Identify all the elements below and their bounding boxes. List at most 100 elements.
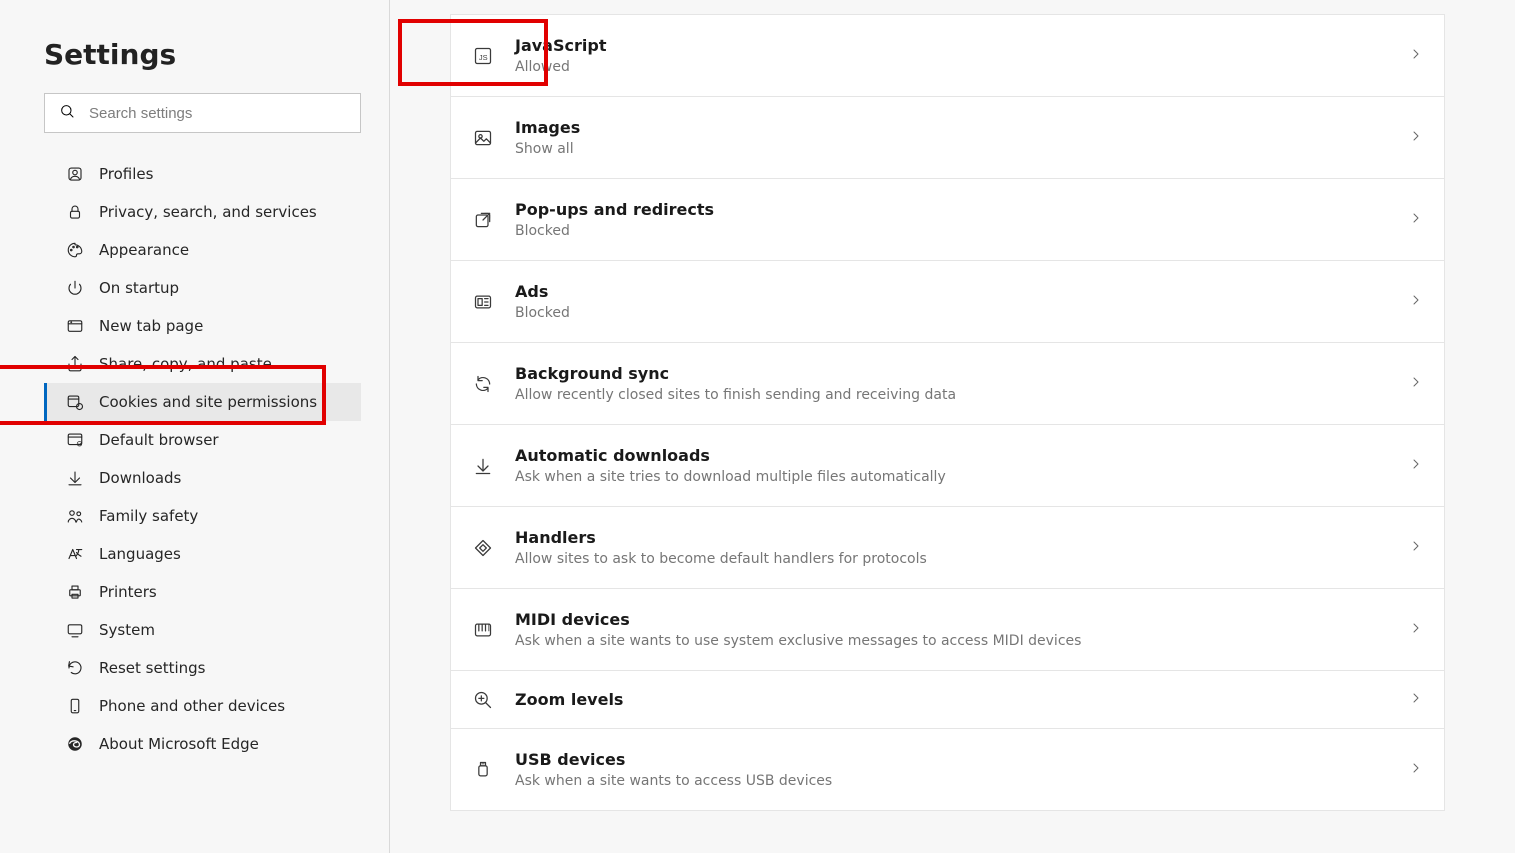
popup-icon (471, 208, 495, 232)
nav-languages[interactable]: Languages (44, 535, 361, 573)
permission-sub: Show all (515, 141, 1408, 157)
permission-popups[interactable]: Pop-ups and redirects Blocked (451, 178, 1444, 260)
permission-background-sync[interactable]: Background sync Allow recently closed si… (451, 342, 1444, 424)
permission-sub: Allow sites to ask to become default han… (515, 551, 1408, 567)
nav-about[interactable]: About Microsoft Edge (44, 725, 361, 763)
permission-zoom[interactable]: Zoom levels (451, 670, 1444, 728)
appearance-icon (65, 240, 85, 260)
family-icon (65, 506, 85, 526)
chevron-right-icon (1408, 210, 1424, 230)
nav-label: Profiles (99, 165, 351, 183)
nav-label: On startup (99, 279, 351, 297)
permission-sub: Ask when a site tries to download multip… (515, 469, 1408, 485)
browser-icon (65, 430, 85, 450)
permission-title: Images (515, 118, 1408, 137)
permission-sub: Ask when a site wants to use system excl… (515, 633, 1408, 649)
permissions-list: JS JavaScript Allowed Images Show all Po… (450, 14, 1445, 811)
nav-label: Share, copy, and paste (99, 355, 351, 373)
chevron-right-icon (1408, 456, 1424, 476)
search-settings-box[interactable] (44, 93, 361, 133)
ads-icon (471, 290, 495, 314)
permission-title: Handlers (515, 528, 1408, 547)
permission-text: Background sync Allow recently closed si… (515, 364, 1408, 403)
permission-text: Handlers Allow sites to ask to become de… (515, 528, 1408, 567)
language-icon (65, 544, 85, 564)
permission-sub: Blocked (515, 305, 1408, 321)
nav-label: System (99, 621, 351, 639)
zoom-icon (471, 688, 495, 712)
permission-ads[interactable]: Ads Blocked (451, 260, 1444, 342)
chevron-right-icon (1408, 620, 1424, 640)
nav-label: Cookies and site permissions (99, 393, 351, 411)
permission-text: Ads Blocked (515, 282, 1408, 321)
nav-family[interactable]: Family safety (44, 497, 361, 535)
permission-title: Pop-ups and redirects (515, 200, 1408, 219)
nav-label: About Microsoft Edge (99, 735, 351, 753)
nav-startup[interactable]: On startup (44, 269, 361, 307)
nav-label: Printers (99, 583, 351, 601)
permission-text: USB devices Ask when a site wants to acc… (515, 750, 1408, 789)
nav-appearance[interactable]: Appearance (44, 231, 361, 269)
permission-text: MIDI devices Ask when a site wants to us… (515, 610, 1408, 649)
nav-cookies-permissions[interactable]: Cookies and site permissions (44, 383, 361, 421)
power-icon (65, 278, 85, 298)
nav-label: Downloads (99, 469, 351, 487)
chevron-right-icon (1408, 128, 1424, 148)
permission-text: Images Show all (515, 118, 1408, 157)
midi-icon (471, 618, 495, 642)
system-icon (65, 620, 85, 640)
svg-text:JS: JS (479, 53, 488, 62)
printer-icon (65, 582, 85, 602)
chevron-right-icon (1408, 374, 1424, 394)
nav-downloads[interactable]: Downloads (44, 459, 361, 497)
permission-midi[interactable]: MIDI devices Ask when a site wants to us… (451, 588, 1444, 670)
download-icon (471, 454, 495, 478)
edge-icon (65, 734, 85, 754)
reset-icon (65, 658, 85, 678)
permission-title: Background sync (515, 364, 1408, 383)
nav-label: Phone and other devices (99, 697, 351, 715)
permission-text: Zoom levels (515, 690, 1408, 709)
nav-label: Languages (99, 545, 351, 563)
nav-reset[interactable]: Reset settings (44, 649, 361, 687)
javascript-icon: JS (471, 44, 495, 68)
phone-icon (65, 696, 85, 716)
nav-printers[interactable]: Printers (44, 573, 361, 611)
tab-icon (65, 316, 85, 336)
permission-handlers[interactable]: Handlers Allow sites to ask to become de… (451, 506, 1444, 588)
handlers-icon (471, 536, 495, 560)
profile-icon (65, 164, 85, 184)
permissions-main: JS JavaScript Allowed Images Show all Po… (390, 0, 1515, 853)
lock-icon (65, 202, 85, 222)
permission-title: Ads (515, 282, 1408, 301)
nav-system[interactable]: System (44, 611, 361, 649)
site-permissions-icon (65, 392, 85, 412)
nav-new-tab[interactable]: New tab page (44, 307, 361, 345)
search-settings-input[interactable] (89, 105, 346, 122)
permission-auto-downloads[interactable]: Automatic downloads Ask when a site trie… (451, 424, 1444, 506)
nav-phone[interactable]: Phone and other devices (44, 687, 361, 725)
permission-images[interactable]: Images Show all (451, 96, 1444, 178)
permission-title: JavaScript (515, 36, 1408, 55)
permission-sub: Allowed (515, 59, 1408, 75)
permission-javascript[interactable]: JS JavaScript Allowed (451, 14, 1444, 96)
nav-share[interactable]: Share, copy, and paste (44, 345, 361, 383)
chevron-right-icon (1408, 292, 1424, 312)
chevron-right-icon (1408, 690, 1424, 710)
permission-title: MIDI devices (515, 610, 1408, 629)
permission-usb[interactable]: USB devices Ask when a site wants to acc… (451, 728, 1444, 810)
permission-sub: Ask when a site wants to access USB devi… (515, 773, 1408, 789)
nav-label: Family safety (99, 507, 351, 525)
settings-title: Settings (44, 38, 361, 71)
share-icon (65, 354, 85, 374)
permission-title: Automatic downloads (515, 446, 1408, 465)
settings-nav: Profiles Privacy, search, and services A… (44, 155, 361, 763)
nav-privacy[interactable]: Privacy, search, and services (44, 193, 361, 231)
nav-default-browser[interactable]: Default browser (44, 421, 361, 459)
permission-sub: Blocked (515, 223, 1408, 239)
permission-text: Automatic downloads Ask when a site trie… (515, 446, 1408, 485)
permission-title: USB devices (515, 750, 1408, 769)
settings-sidebar: Settings Profiles Privacy, search, and s… (0, 0, 390, 853)
sync-icon (471, 372, 495, 396)
nav-profiles[interactable]: Profiles (44, 155, 361, 193)
